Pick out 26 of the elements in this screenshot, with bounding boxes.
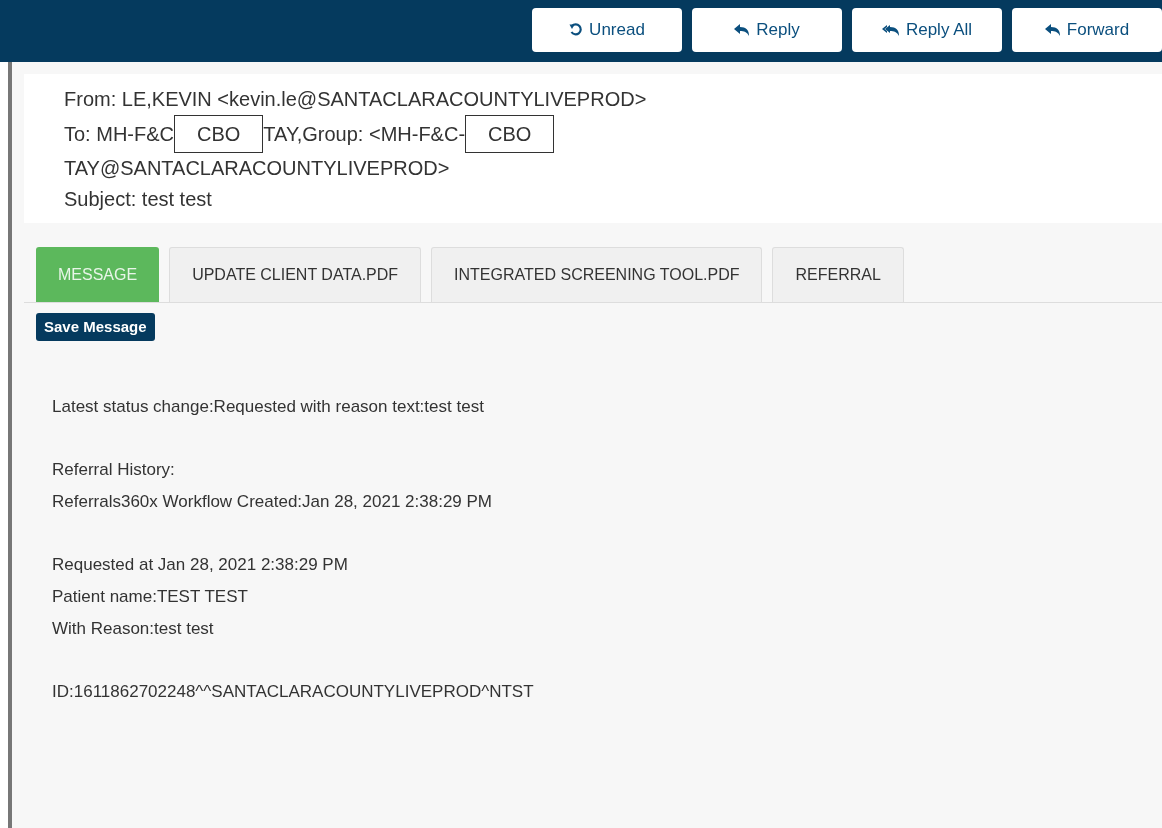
undo-icon bbox=[569, 23, 584, 37]
subject-line: Subject: test test bbox=[64, 187, 213, 212]
message-line: ID:1611862702248^^SANTACLARACOUNTYLIVEPROD^NTST bbox=[52, 681, 535, 703]
from-line: From: LE,KEVIN <kevin.le@SANTACLARACOUNTYLIVEPROD> bbox=[64, 87, 648, 112]
message-line: Requested at Jan 28, 2021 2:38:29 PM bbox=[52, 554, 349, 576]
save-message-button[interactable]: Save Message bbox=[36, 313, 155, 341]
message-line: Referrals360x Workflow Created:Jan 28, 2021 2:38:29 PM bbox=[52, 491, 494, 513]
message-line: Latest status change:Requested with reason text:test test bbox=[52, 396, 485, 418]
toolbar-button[interactable]: Reply bbox=[692, 8, 842, 52]
message-line: With Reason:test test bbox=[52, 618, 215, 640]
tab[interactable]: INTEGRATED SCREENING TOOL.PDF bbox=[431, 247, 763, 302]
redaction-box: CBO bbox=[174, 115, 264, 153]
redaction-box: CBO bbox=[465, 115, 555, 153]
reply-all-icon bbox=[881, 23, 900, 37]
recipient-text: TAY,Group: <MH-F&C- bbox=[263, 121, 466, 147]
tab[interactable]: REFERRAL bbox=[772, 247, 904, 302]
toolbar-button[interactable]: Reply All bbox=[852, 8, 1002, 52]
toolbar-button[interactable]: Forward bbox=[1012, 8, 1162, 52]
toolbar-button[interactable]: Unread bbox=[532, 8, 682, 52]
recipient-text: TAY@SANTACLARACOUNTYLIVEPROD> bbox=[64, 156, 450, 181]
recipient-text: To: MH-F&C bbox=[64, 121, 174, 147]
message-line: Referral History: bbox=[52, 459, 176, 481]
message-line: Patient name:TEST TEST bbox=[52, 586, 249, 608]
tab[interactable]: UPDATE CLIENT DATA.PDF bbox=[169, 247, 422, 302]
reply-icon bbox=[734, 23, 751, 37]
forward-icon bbox=[1044, 23, 1061, 37]
